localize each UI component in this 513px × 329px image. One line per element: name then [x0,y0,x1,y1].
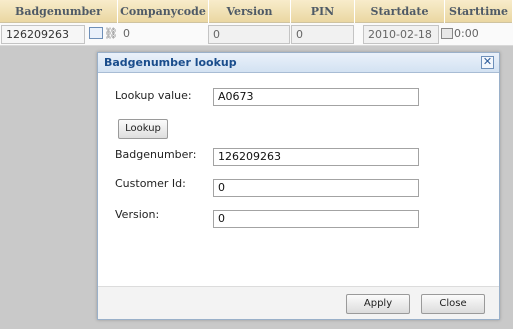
apply-button[interactable]: Apply [346,294,410,314]
column-header-version[interactable]: Version [209,0,291,23]
version-label: Version: [115,208,160,221]
badgenumber-input[interactable]: 126209263 [213,148,419,166]
dialog-titlebar[interactable]: Badgenumber lookup ✕ [98,53,499,73]
column-header-companycode[interactable]: Companycode [118,0,209,23]
badgenumber-lookup-dialog: Badgenumber lookup ✕ Lookup value: A0673… [97,52,500,320]
startdate-cell[interactable]: 2010-02-18 [363,25,439,44]
close-icon[interactable]: ✕ [481,56,494,69]
pin-cell[interactable]: 0 [291,25,354,44]
lookup-value-input[interactable]: A0673 [213,88,419,106]
lookup-value-label: Lookup value: [115,89,192,102]
lookup-box-icon[interactable] [89,27,103,39]
close-button[interactable]: Close [421,294,485,314]
badgenumber-cell[interactable]: 126209263 [1,25,85,44]
dialog-title: Badgenumber lookup [104,56,237,69]
lookup-button[interactable]: Lookup [118,119,168,139]
chain-link-icon[interactable]: ⛓ [104,27,118,40]
starttime-cell[interactable]: 0:00 [454,25,502,44]
customer-id-label: Customer Id: [115,177,186,190]
companycode-cell[interactable]: 0 [120,25,208,44]
badgenumber-label: Badgenumber: [115,148,197,161]
column-header-badgenumber[interactable]: Badgenumber [0,0,118,23]
column-header-pin[interactable]: PIN [291,0,355,23]
table-row[interactable]: 126209263 ⛓ 0 0 0 2010-02-18 0:00 [0,23,513,46]
column-header-startdate[interactable]: Startdate [355,0,445,23]
column-header-starttime[interactable]: Starttime [445,0,513,23]
calendar-icon[interactable] [441,28,453,39]
dialog-body: Lookup value: A0673 Lookup Badgenumber: … [98,74,499,286]
version-cell[interactable]: 0 [208,25,290,44]
data-grid: Badgenumber Companycode Version PIN Star… [0,0,513,46]
version-input[interactable]: 0 [213,210,419,228]
customer-id-input[interactable]: 0 [213,179,419,197]
grid-header: Badgenumber Companycode Version PIN Star… [0,0,513,23]
dialog-footer: Apply Close [98,286,499,319]
